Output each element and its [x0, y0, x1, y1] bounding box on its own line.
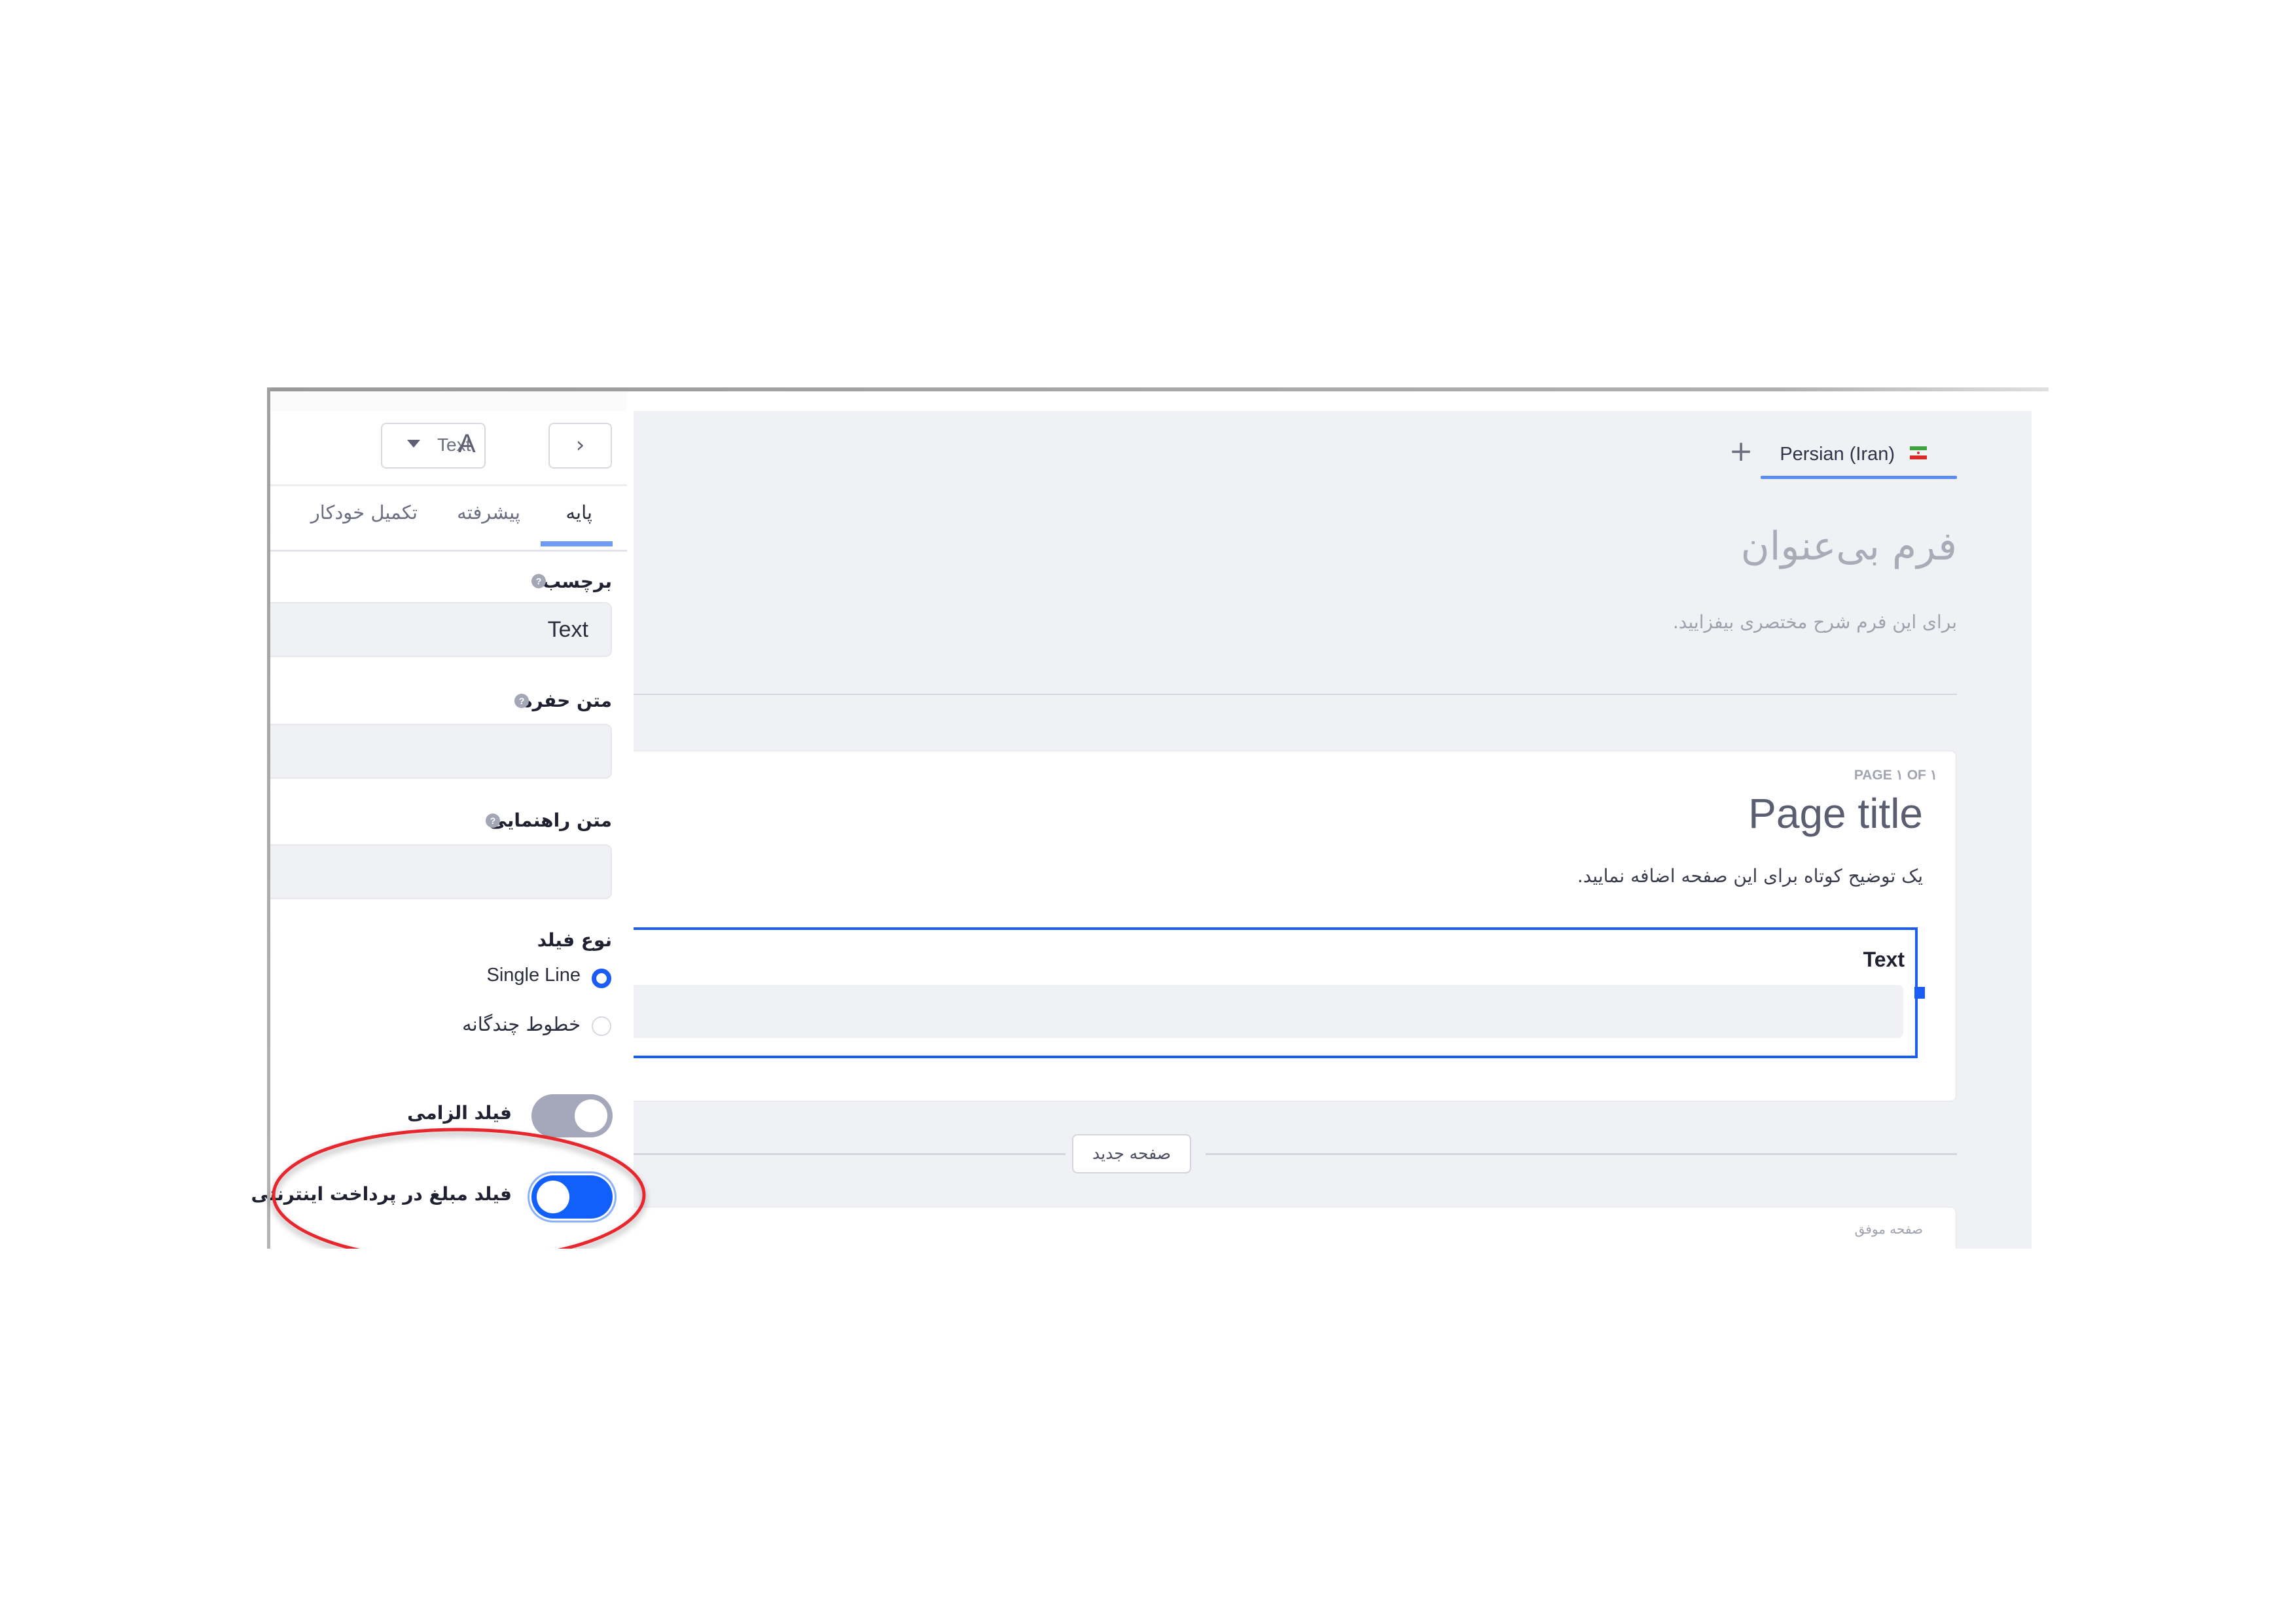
new-page-divider-left — [634, 1153, 1066, 1155]
radio-single-line-label: Single Line — [486, 965, 581, 986]
radio-multi-line[interactable] — [592, 1016, 611, 1036]
page-title[interactable]: Page title — [1748, 789, 1923, 838]
window-left-border — [267, 387, 270, 1249]
placeholder-input[interactable] — [270, 724, 612, 779]
tab-autocomplete[interactable]: تکمیل خودکار — [311, 501, 418, 524]
add-language-button[interactable]: + — [1728, 437, 1754, 466]
new-page-button[interactable]: صفحه جدید — [1072, 1134, 1191, 1173]
highlight-ellipse-annotation — [272, 1128, 646, 1262]
tab-basic[interactable]: پایه — [565, 501, 592, 524]
resize-handle[interactable] — [1914, 987, 1925, 999]
help-icon[interactable]: ? — [486, 813, 500, 828]
bottom-margin — [0, 1249, 2296, 1623]
page-counter: PAGE ۱ OF ۱ — [1854, 768, 1937, 783]
collapse-panel-button[interactable]: › — [548, 423, 612, 469]
annotation-ellipse — [272, 1128, 646, 1262]
chevron-right-icon: › — [575, 432, 585, 458]
caret-down-icon — [407, 440, 420, 448]
help-text-field-title: متن راهنمایی — [488, 810, 612, 831]
active-tab-indicator — [541, 541, 613, 546]
help-text-input[interactable] — [270, 844, 612, 899]
panel-divider — [270, 484, 627, 486]
field-type-title: نوع فیلد — [537, 929, 612, 951]
label-field-title: برچسب — [542, 571, 612, 592]
title-divider — [634, 694, 1957, 695]
page-description[interactable]: یک توضیح کوتاه برای این صفحه اضافه نمایی… — [1577, 865, 1923, 887]
form-title[interactable]: فرم بی‌عنوان — [1741, 524, 1957, 569]
form-description[interactable]: برای این فرم شرح مختصری بیفزایید. — [1673, 611, 1957, 633]
field-preview-input[interactable] — [634, 985, 1903, 1038]
tab-advanced[interactable]: پیشرفته — [457, 501, 520, 524]
placeholder-field-title: متن حفره — [522, 690, 612, 711]
success-page-label: صفحه موفق — [1854, 1221, 1923, 1237]
help-icon[interactable]: ? — [531, 574, 546, 588]
right-margin — [2032, 391, 2296, 1249]
text-type-icon: A — [458, 429, 476, 458]
new-page-divider-right — [1206, 1153, 1957, 1155]
language-tab-persian[interactable]: Persian (Iran) — [1761, 438, 1957, 479]
language-tab-underline — [1761, 476, 1957, 479]
window-top-border — [267, 387, 2049, 391]
radio-multi-line-label: خطوط چندگانه — [462, 1013, 581, 1035]
label-input[interactable]: Text — [270, 602, 612, 657]
panel-header-strip — [270, 391, 627, 411]
tabs-divider — [270, 550, 627, 552]
required-toggle-label: فیلد الزامی — [407, 1102, 512, 1124]
radio-single-line[interactable] — [592, 969, 611, 988]
field-preview-label: Text — [1863, 948, 1905, 971]
iran-flag-icon — [1910, 446, 1927, 459]
ellipse-clip — [0, 1249, 2296, 1275]
language-tab-label: Persian (Iran) — [1780, 444, 1895, 465]
help-icon[interactable]: ? — [514, 694, 529, 708]
